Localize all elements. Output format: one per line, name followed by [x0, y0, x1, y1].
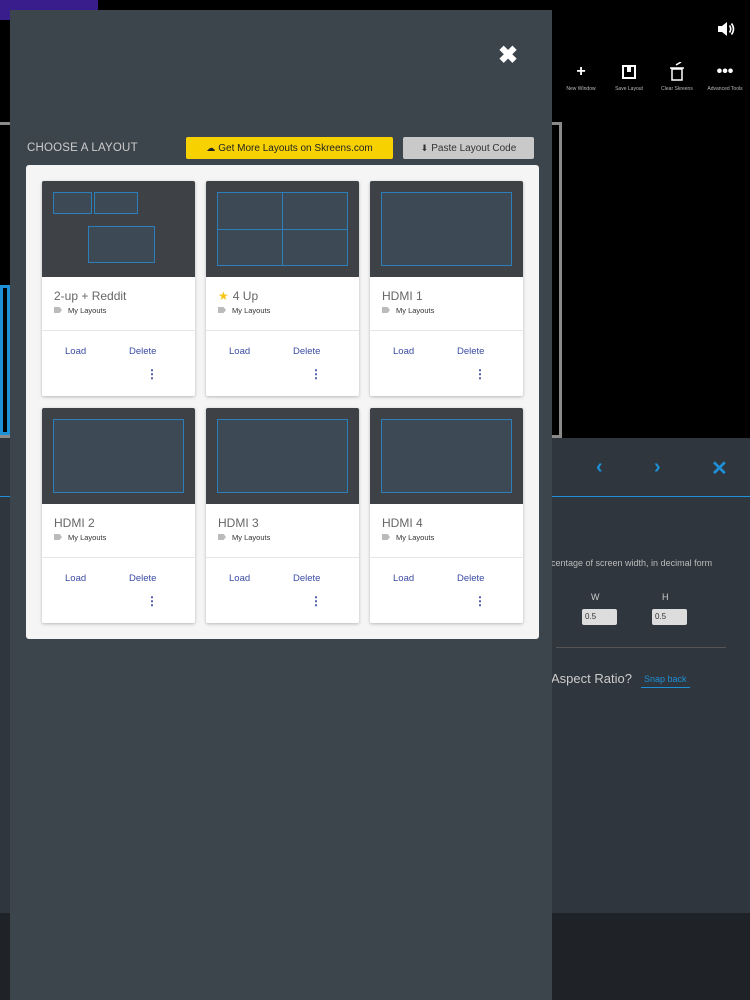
layout-tag: My Layouts — [218, 306, 270, 315]
layout-name: HDMI 2 — [54, 516, 95, 530]
preview-region — [217, 419, 348, 493]
more-vertical-icon[interactable]: ⋮ — [310, 595, 322, 607]
delete-button[interactable]: Delete — [457, 346, 484, 357]
layout-tag: My Layouts — [218, 533, 270, 542]
load-button[interactable]: Load — [393, 346, 414, 357]
layout-preview — [370, 181, 523, 277]
more-vertical-icon[interactable]: ⋮ — [310, 368, 322, 380]
layout-card[interactable]: ★ 4 Up My Layouts Load Delete ⋮ — [206, 181, 359, 396]
width-label: W — [591, 592, 600, 602]
layout-preview — [42, 408, 195, 504]
card-divider — [206, 330, 359, 331]
card-divider — [370, 557, 523, 558]
volume-icon[interactable] — [716, 20, 736, 38]
background-window-blue — [0, 285, 10, 435]
layout-card[interactable]: HDMI 4 My Layouts Load Delete ⋮ — [370, 408, 523, 623]
plus-icon: + — [576, 63, 586, 80]
layout-tag: My Layouts — [54, 306, 106, 315]
chevron-right-icon[interactable]: › — [654, 456, 661, 479]
more-icon: ••• — [716, 63, 734, 80]
layout-grid: 2-up + Reddit My Layouts Load Delete ⋮ ★… — [26, 165, 539, 639]
tag-icon — [382, 307, 390, 313]
layout-preview — [42, 181, 195, 277]
layout-card[interactable]: HDMI 2 My Layouts Load Delete ⋮ — [42, 408, 195, 623]
delete-button[interactable]: Delete — [293, 346, 320, 357]
layout-name: HDMI 1 — [382, 289, 423, 303]
more-vertical-icon[interactable]: ⋮ — [146, 368, 158, 380]
delete-button[interactable]: Delete — [457, 573, 484, 584]
close-icon[interactable]: ✖ — [496, 44, 520, 68]
load-button[interactable]: Load — [229, 346, 250, 357]
panel-separator — [556, 647, 726, 648]
aspect-ratio-label: Aspect Ratio? — [551, 671, 632, 686]
load-button[interactable]: Load — [65, 573, 86, 584]
delete-button[interactable]: Delete — [293, 573, 320, 584]
delete-button[interactable]: Delete — [129, 573, 156, 584]
layout-name: HDMI 4 — [382, 516, 423, 530]
more-vertical-icon[interactable]: ⋮ — [474, 368, 486, 380]
close-panel-icon[interactable]: ✕ — [711, 456, 728, 481]
tag-icon — [218, 307, 226, 313]
paste-layout-code-button[interactable]: ⬇ Paste Layout Code — [403, 137, 534, 159]
width-input[interactable]: 0.5 — [582, 609, 617, 625]
layout-preview — [370, 408, 523, 504]
layout-card[interactable]: 2-up + Reddit My Layouts Load Delete ⋮ — [42, 181, 195, 396]
height-label: H — [662, 592, 669, 602]
card-divider — [42, 557, 195, 558]
delete-button[interactable]: Delete — [129, 346, 156, 357]
layout-tag: My Layouts — [54, 533, 106, 542]
star-icon[interactable]: ★ — [218, 289, 229, 303]
save-layout-icon — [622, 65, 636, 79]
save-layout-button[interactable]: Save Layout — [604, 62, 654, 92]
panel-description: centage of screen width, in decimal form — [551, 558, 713, 568]
tag-icon — [54, 534, 62, 540]
tag-icon — [382, 534, 390, 540]
preview-region — [94, 192, 138, 214]
clear-skreens-button[interactable]: Clear Skreens — [652, 62, 702, 92]
snap-back-button[interactable]: Snap back — [641, 674, 690, 688]
layout-card[interactable]: HDMI 3 My Layouts Load Delete ⋮ — [206, 408, 359, 623]
preview-region — [88, 226, 155, 263]
card-divider — [42, 330, 195, 331]
layout-card[interactable]: HDMI 1 My Layouts Load Delete ⋮ — [370, 181, 523, 396]
modal-title: CHOOSE A LAYOUT — [27, 142, 138, 154]
card-divider — [206, 557, 359, 558]
preview-region — [381, 192, 512, 266]
main-toolbar: + New Window Save Layout Clear Skreens •… — [556, 62, 750, 96]
cloud-icon: ☁ — [206, 143, 216, 153]
new-window-button[interactable]: + New Window — [556, 62, 606, 92]
chevron-left-icon[interactable]: ‹ — [596, 456, 603, 479]
height-input[interactable]: 0.5 — [652, 609, 687, 625]
card-divider — [370, 330, 523, 331]
tag-icon — [218, 534, 226, 540]
load-button[interactable]: Load — [229, 573, 250, 584]
preview-region — [53, 192, 92, 214]
advanced-tools-button[interactable]: ••• Advanced Tools — [700, 62, 750, 92]
choose-layout-modal: ✖ CHOOSE A LAYOUT ☁ Get More Layouts on S… — [10, 10, 552, 1000]
layout-name: HDMI 3 — [218, 516, 259, 530]
load-button[interactable]: Load — [65, 346, 86, 357]
get-more-layouts-button[interactable]: ☁ Get More Layouts on Skreens.com — [186, 137, 393, 159]
layout-tag: My Layouts — [382, 533, 434, 542]
layout-name: ★ 4 Up — [218, 289, 259, 303]
download-circle-icon: ⬇ — [420, 143, 429, 153]
trash-icon — [670, 62, 684, 81]
tag-icon — [54, 307, 62, 313]
layout-tag: My Layouts — [382, 306, 434, 315]
load-button[interactable]: Load — [393, 573, 414, 584]
layout-name: 2-up + Reddit — [54, 289, 127, 303]
layout-preview — [206, 181, 359, 277]
preview-divider — [217, 229, 348, 230]
more-vertical-icon[interactable]: ⋮ — [474, 595, 486, 607]
layout-preview — [206, 408, 359, 504]
app-root: + New Window Save Layout Clear Skreens •… — [0, 0, 750, 1000]
more-vertical-icon[interactable]: ⋮ — [146, 595, 158, 607]
preview-region — [53, 419, 184, 493]
preview-region — [381, 419, 512, 493]
